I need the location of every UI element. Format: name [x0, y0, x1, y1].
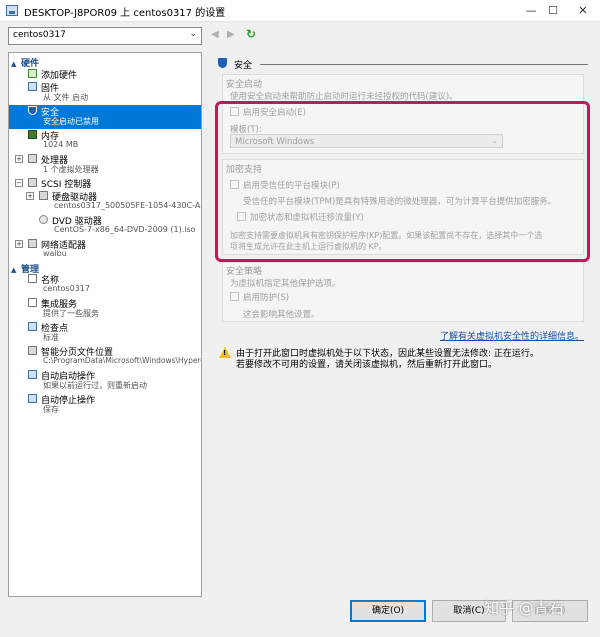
firmware-icon	[28, 82, 37, 91]
highlight-frame	[215, 101, 590, 262]
learn-more-link[interactable]: 了解有关虚拟机安全性的详细信息。	[440, 329, 584, 342]
settings-window-icon	[6, 5, 18, 16]
memory-icon	[28, 130, 37, 139]
secure-boot-title: 安全启动	[226, 80, 263, 90]
tree-item-memory[interactable]: 内存 1024 MB	[9, 129, 201, 153]
security-policy-title: 安全策略	[226, 267, 263, 277]
scsi-icon	[28, 178, 37, 187]
tree-item-detail: CentOS-7-x86_64-DVD-2009 (1).iso	[54, 225, 196, 234]
tree-item-detail: 标准	[43, 333, 59, 342]
shield-icon	[218, 58, 227, 68]
tree-item-security[interactable]: 安全 安全启动已禁用	[9, 105, 201, 129]
tree-item-add-hardware[interactable]: 添加硬件	[9, 68, 201, 81]
expand-icon[interactable]: +	[15, 155, 23, 163]
vm-selector[interactable]: centos0317 ⌄	[8, 27, 202, 45]
dvd-icon	[39, 215, 48, 224]
tree-item-detail: centos0317_500505FE-1054-430C-A8...	[54, 201, 202, 210]
header-divider	[260, 64, 588, 65]
processor-icon	[28, 154, 37, 163]
ok-button[interactable]: 确定(O)	[350, 600, 426, 622]
checkpoint-icon	[28, 322, 37, 331]
warning-icon: !	[219, 347, 231, 358]
expand-icon[interactable]: +	[15, 240, 23, 248]
tree-item-name[interactable]: 名称 centos0317	[9, 273, 201, 297]
hard-drive-icon	[39, 191, 48, 200]
chevron-down-icon: ⌄	[189, 29, 197, 39]
auto-stop-icon	[28, 394, 37, 403]
tree-item-dvd-drive[interactable]: DVD 驱动器 CentOS-7-x86_64-DVD-2009 (1).iso	[9, 214, 201, 238]
vm-selector-value: centos0317	[13, 30, 66, 40]
shield-icon	[28, 106, 37, 115]
tree-item-firmware[interactable]: 固件 从 文件 启动	[9, 81, 201, 105]
hardware-section-header[interactable]: ▲ 硬件	[11, 56, 39, 69]
collapse-caret-icon: ▲	[11, 60, 17, 68]
name-icon	[28, 274, 37, 283]
folder-icon	[28, 346, 37, 355]
tree-item-detail: waibu	[43, 249, 67, 258]
expand-icon[interactable]: +	[26, 192, 34, 200]
security-policy-description: 为虚拟机指定其他保护选项。	[230, 279, 341, 289]
watermark: 知乎 @青石	[484, 599, 564, 617]
tree-item-auto-start[interactable]: 自动启动操作 如果以前运行过，则重新启动	[9, 369, 201, 393]
tree-item-detail: 从 文件 启动	[43, 93, 89, 102]
tree-item-detail: C:\ProgramData\Microsoft\Windows\Hyper-V	[43, 356, 202, 365]
integration-icon	[28, 298, 37, 307]
network-icon	[28, 239, 37, 248]
tree-item-checkpoints[interactable]: 检查点 标准	[9, 321, 201, 345]
back-arrow-icon[interactable]: ◀	[211, 29, 219, 40]
tree-item-auto-stop[interactable]: 自动停止操作 保存	[9, 393, 201, 417]
add-hardware-icon	[28, 69, 37, 78]
enable-shielding-checkbox[interactable]	[230, 292, 239, 301]
tree-item-scsi-controller[interactable]: − SCSI 控制器	[9, 177, 201, 190]
panel-header: 安全	[218, 57, 588, 71]
tree-item-network-adapter[interactable]: + 网络适配器 waibu	[9, 238, 201, 262]
tree-item-processor[interactable]: + 处理器 1 个虚拟处理器	[9, 153, 201, 177]
tree-item-hard-drive[interactable]: + 硬盘驱动器 centos0317_500505FE-1054-430C-A8…	[9, 190, 201, 214]
tree-item-label: SCSI 控制器	[41, 180, 92, 190]
close-button[interactable]: ✕	[560, 0, 600, 22]
forward-arrow-icon[interactable]: ▶	[227, 29, 235, 40]
shielding-description: 这会影响其他设置。	[243, 310, 320, 320]
tree-item-detail: 安全启动已禁用	[43, 117, 99, 126]
enable-shielding-label: 启用防护(S)	[243, 293, 290, 303]
tree-item-detail: 保存	[43, 405, 59, 414]
title-bar: DESKTOP-J8POR09 上 centos0317 的设置 — ☐ ✕	[0, 0, 600, 22]
tree-item-detail: centos0317	[43, 284, 90, 293]
tree-item-label: 添加硬件	[41, 71, 78, 81]
collapse-icon[interactable]: −	[15, 179, 23, 187]
panel-title: 安全	[234, 61, 253, 71]
tree-item-detail: 提供了一些服务	[43, 309, 99, 318]
tree-item-smart-paging[interactable]: 智能分页文件位置 C:\ProgramData\Microsoft\Window…	[9, 345, 201, 369]
window-title: DESKTOP-J8POR09 上 centos0317 的设置	[24, 8, 226, 19]
tree-item-integration-services[interactable]: 集成服务 提供了一些服务	[9, 297, 201, 321]
tree-item-detail: 1 个虚拟处理器	[43, 165, 99, 174]
refresh-icon[interactable]: ↻	[246, 27, 256, 41]
management-section-header[interactable]: ▲ 管理	[11, 262, 39, 275]
settings-tree[interactable]: ▲ 硬件 添加硬件 固件 从 文件 启动 安全 安全启动已禁用 内存 1024 M…	[8, 52, 202, 597]
warning-text-line-2: 若要修改不可用的设置，请关闭该虚拟机，然后重新打开此窗口。	[236, 360, 498, 370]
auto-start-icon	[28, 370, 37, 379]
tree-item-detail: 如果以前运行过，则重新启动	[43, 381, 147, 390]
tree-item-detail: 1024 MB	[43, 140, 79, 149]
